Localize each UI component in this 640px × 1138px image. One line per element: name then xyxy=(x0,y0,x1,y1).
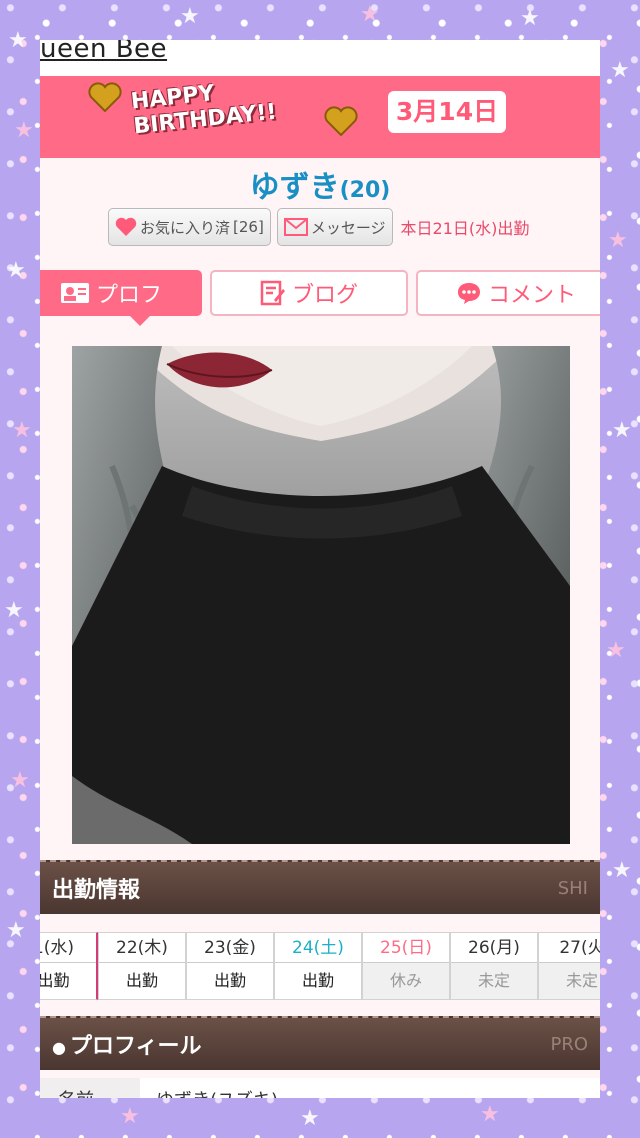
birthday-date: 3月14日 xyxy=(388,91,506,133)
today-status: 本日21日(水)出勤 xyxy=(400,219,530,238)
site-title-link[interactable]: ueen Bee xyxy=(40,40,167,74)
favorite-count: [26] xyxy=(233,218,264,236)
star-decoration: ★ xyxy=(612,858,632,883)
schedule-day: 22(木) 出勤 xyxy=(98,932,186,1000)
profile-row-key: 名前 xyxy=(40,1078,140,1098)
profile-section-title-text: プロフィール xyxy=(69,1034,202,1059)
schedule-day: 24(土) 出勤 xyxy=(274,932,362,1000)
profile-card-icon xyxy=(60,283,89,303)
tab-profile[interactable]: プロフ xyxy=(40,270,202,326)
star-decoration: ★ xyxy=(180,4,200,29)
tab-blog[interactable]: ブログ xyxy=(210,270,408,316)
star-decoration: ★ xyxy=(606,638,626,663)
schedule-day: 25(日) 休み xyxy=(362,932,450,1000)
heart-icon xyxy=(115,217,137,236)
schedule-status: 出勤 xyxy=(125,971,158,990)
envelope-icon xyxy=(283,218,308,236)
schedule-day: 1(水) 出勤 xyxy=(40,932,98,1000)
star-decoration: ★ xyxy=(300,1106,320,1131)
schedule-date: 26(月) xyxy=(451,933,537,963)
schedule-status: 未定 xyxy=(539,963,600,999)
schedule-day: 26(月) 未定 xyxy=(450,932,538,1000)
schedule-day: 27(火 未定 xyxy=(538,932,600,1000)
star-decoration: ★ xyxy=(360,2,380,27)
tab-comment[interactable]: コメント xyxy=(416,270,600,316)
profile-section-title: ● プロフィール xyxy=(52,1028,202,1060)
star-decoration: ★ xyxy=(6,918,26,943)
schedule-table: 1(水) 出勤 22(木) 出勤 23(金) 出勤 24(土) 出勤 25(日)… xyxy=(40,932,600,1000)
star-decoration: ★ xyxy=(6,258,26,283)
comment-bubble-icon xyxy=(457,283,480,304)
birthday-banner-text: HAPPY BIRTHDAY!! xyxy=(130,75,278,139)
schedule-date: 25(日) xyxy=(363,933,449,963)
schedule-date: 1(水) xyxy=(40,933,96,963)
gold-heart-icon xyxy=(324,106,358,136)
schedule-title: 出勤情報 xyxy=(52,878,141,903)
schedule-status: 出勤 xyxy=(301,971,334,990)
schedule-status: 休み xyxy=(363,963,449,999)
profile-row: 名前 ゆずき(ユズキ) xyxy=(40,1078,600,1098)
gold-heart-icon xyxy=(88,82,122,112)
schedule-date: 27(火 xyxy=(539,933,600,963)
star-decoration: ★ xyxy=(612,418,632,443)
schedule-status: 未定 xyxy=(451,963,537,999)
star-decoration: ★ xyxy=(520,6,540,31)
schedule-title-en: SHI xyxy=(557,877,588,899)
action-row: お気に入り済 [26] メッセージ 本日21日(水)出勤 xyxy=(108,208,529,246)
schedule-date: 22(木) xyxy=(99,933,185,963)
tab-profile-label: プロフ xyxy=(95,283,162,308)
schedule-date: 24(土) xyxy=(275,933,361,963)
birthday-banner: HAPPY BIRTHDAY!! 3月14日 xyxy=(40,76,600,158)
profile-page: ueen Bee HAPPY BIRTHDAY!! 3月14日 ゆずき(20) … xyxy=(40,40,600,1098)
favorite-button[interactable]: お気に入り済 [26] xyxy=(108,208,271,246)
star-decoration: ★ xyxy=(610,58,630,83)
bullet-icon: ● xyxy=(52,1038,66,1057)
blog-edit-icon xyxy=(260,280,285,306)
star-decoration: ★ xyxy=(120,1104,140,1129)
tab-blog-label: ブログ xyxy=(291,283,358,308)
schedule-day: 23(金) 出勤 xyxy=(186,932,274,1000)
star-decoration: ★ xyxy=(480,1102,500,1127)
cast-age: (20) xyxy=(339,178,391,203)
profile-content: ゆずき(20) お気に入り済 [26] メッセージ 本日21日(水)出勤 プロフ… xyxy=(40,158,600,1098)
profile-row-value: ゆずき(ユズキ) xyxy=(140,1078,600,1098)
star-decoration: ★ xyxy=(608,228,628,253)
star-decoration: ★ xyxy=(4,598,24,623)
tab-comment-label: コメント xyxy=(487,283,576,308)
profile-photo[interactable] xyxy=(72,346,570,844)
schedule-section-header: 出勤情報 SHI xyxy=(40,860,600,914)
cast-name-text: ゆずき xyxy=(249,170,340,205)
star-decoration: ★ xyxy=(12,418,32,443)
cast-name: ゆずき(20) xyxy=(40,162,600,206)
star-decoration: ★ xyxy=(10,768,30,793)
star-decoration: ★ xyxy=(14,118,34,143)
schedule-status: 出勤 xyxy=(213,971,246,990)
message-label: メッセージ xyxy=(310,218,386,237)
message-button[interactable]: メッセージ xyxy=(276,208,393,246)
schedule-status: 出勤 xyxy=(40,971,70,990)
profile-tabs: プロフ ブログ コメント xyxy=(40,270,600,326)
favorite-label: お気に入り済 xyxy=(140,218,231,237)
profile-section-header: ● プロフィール PRO xyxy=(40,1016,600,1070)
profile-photo-image xyxy=(72,346,570,844)
star-decoration: ★ xyxy=(8,28,28,53)
profile-section-title-en: PRO xyxy=(550,1033,588,1055)
schedule-date: 23(金) xyxy=(187,933,273,963)
